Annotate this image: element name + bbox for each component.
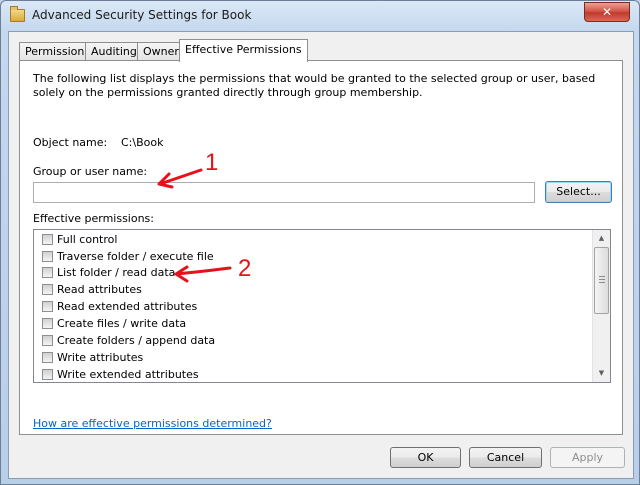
permission-label: Create folders / append data	[57, 334, 216, 347]
permission-label: Create files / write data	[57, 317, 187, 330]
tab-panel: The following list displays the permissi…	[19, 60, 623, 435]
tab-auditing[interactable]: Auditing	[85, 42, 143, 61]
annotation-arrow-1	[157, 168, 203, 189]
scroll-down-icon[interactable]: ▼	[593, 365, 610, 382]
cancel-button[interactable]: Cancel	[469, 447, 542, 468]
annotation-number-1: 1	[205, 149, 219, 176]
folder-icon	[10, 6, 25, 22]
checkbox[interactable]	[42, 284, 53, 295]
description-text: The following list displays the permissi…	[33, 72, 596, 99]
group-user-input[interactable]	[33, 182, 535, 203]
permission-label: Read attributes	[57, 283, 142, 296]
select-button[interactable]: Select...	[545, 181, 612, 203]
checkbox[interactable]	[42, 251, 53, 262]
apply-button[interactable]: Apply	[550, 447, 625, 468]
permissions-list[interactable]: Full control Traverse folder / execute f…	[33, 229, 611, 383]
object-name-value: C:\Book	[121, 136, 164, 149]
title-bar[interactable]: Advanced Security Settings for Book ✕	[1, 1, 639, 31]
vertical-scrollbar[interactable]: ▲ ▼	[592, 230, 610, 382]
checkbox[interactable]	[42, 234, 53, 245]
object-name-label: Object name:	[33, 136, 108, 149]
permission-label: List folder / read data	[57, 266, 176, 279]
checkbox[interactable]	[42, 335, 53, 346]
dialog-client-area: Permissions Auditing Owner Effective Per…	[8, 31, 634, 479]
permission-label: Read extended attributes	[57, 300, 198, 313]
annotation-number-2: 2	[238, 255, 252, 282]
permission-label: Write extended attributes	[57, 368, 199, 381]
permission-label: Write attributes	[57, 351, 144, 364]
checkbox[interactable]	[42, 318, 53, 329]
checkbox[interactable]	[42, 369, 53, 380]
permission-label: Full control	[57, 233, 118, 246]
scroll-up-icon[interactable]: ▲	[593, 230, 610, 247]
help-link[interactable]: How are effective permissions determined…	[33, 417, 272, 430]
checkbox[interactable]	[42, 267, 53, 278]
tab-effective-permissions[interactable]: Effective Permissions	[179, 39, 308, 62]
effective-permissions-label: Effective permissions:	[33, 212, 154, 225]
annotation-arrow-2	[174, 265, 232, 283]
ok-button[interactable]: OK	[390, 447, 461, 468]
checkbox[interactable]	[42, 352, 53, 363]
window-title: Advanced Security Settings for Book	[32, 8, 252, 22]
group-user-label: Group or user name:	[33, 165, 148, 178]
close-button[interactable]: ✕	[584, 2, 630, 22]
scroll-thumb[interactable]	[594, 247, 609, 314]
grip-icon	[599, 276, 605, 283]
checkbox[interactable]	[42, 301, 53, 312]
dialog-window: Advanced Security Settings for Book ✕ Pe…	[0, 0, 640, 485]
tab-owner[interactable]: Owner	[137, 42, 185, 61]
